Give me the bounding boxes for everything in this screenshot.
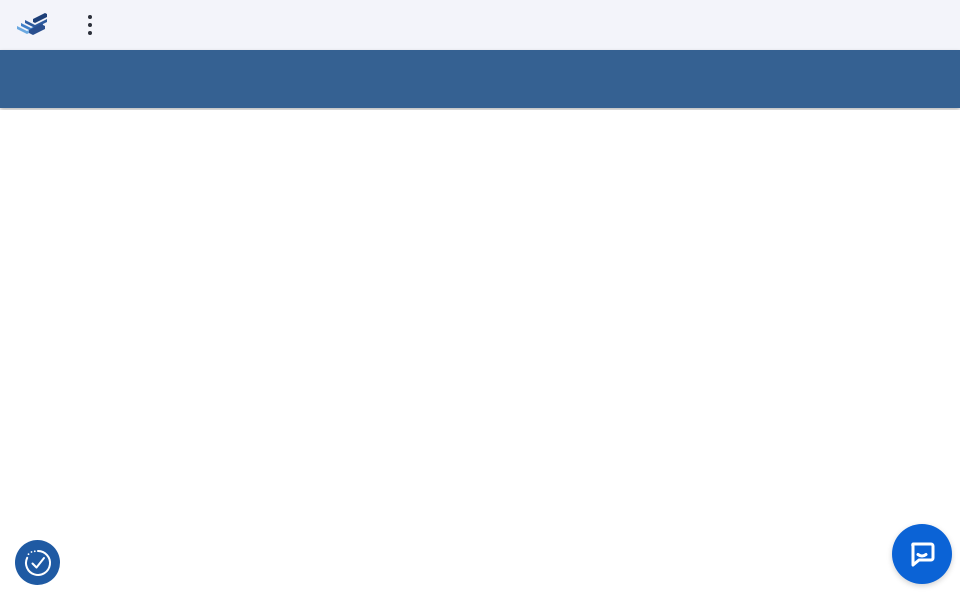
kebab-dot-icon — [88, 15, 92, 19]
chat-bubble-icon — [911, 542, 935, 567]
cookie-consent-button[interactable] — [15, 540, 60, 585]
stacked-chevrons-logo-icon[interactable] — [15, 11, 49, 39]
clock-check-icon — [24, 549, 51, 576]
header-banner — [0, 50, 960, 108]
page — [0, 0, 960, 600]
kebab-dot-icon — [88, 31, 92, 35]
more-options-button[interactable] — [76, 10, 104, 40]
live-chat-button[interactable] — [892, 524, 952, 584]
top-app-bar — [0, 0, 960, 50]
main-content — [0, 110, 960, 600]
kebab-dot-icon — [88, 23, 92, 27]
